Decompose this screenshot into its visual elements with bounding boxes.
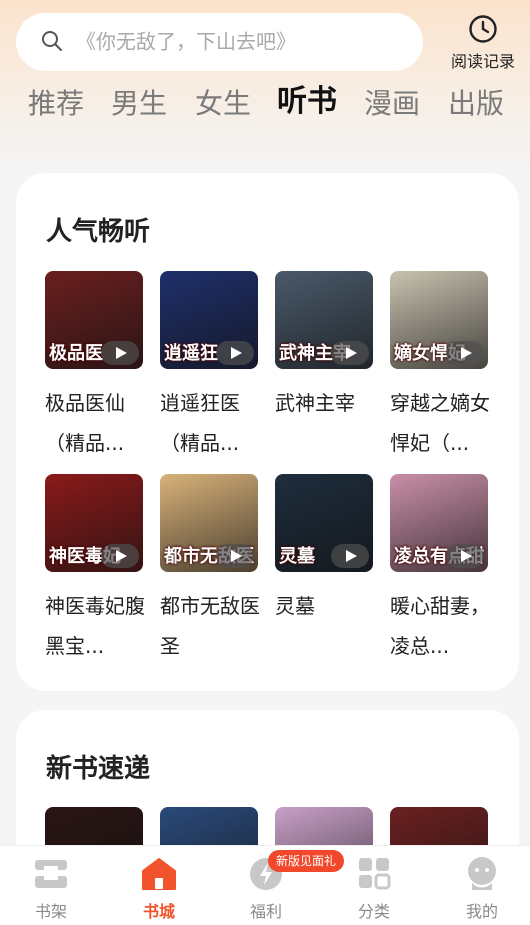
book-cover[interactable]: 嫡女悍妃 xyxy=(390,271,488,369)
book-cover[interactable]: 逍遥狂 xyxy=(160,271,258,369)
play-triangle xyxy=(116,347,127,359)
clock-icon xyxy=(469,15,497,43)
cover-caption: 极品医 xyxy=(49,343,103,364)
book-title[interactable]: 神医毒妃腹黑宝... xyxy=(45,586,157,666)
play-triangle xyxy=(346,550,357,562)
grid-icon xyxy=(359,858,391,890)
tab-recommend[interactable]: 推荐 xyxy=(28,82,84,126)
tab-female[interactable]: 女生 xyxy=(195,82,251,126)
book-cover[interactable]: 神医毒妃 xyxy=(45,474,143,572)
tabbar-store[interactable]: 书城 xyxy=(119,856,199,922)
gift-badge[interactable]: 新版见面礼 xyxy=(268,850,345,872)
bottom-tab-bar: 书架 书城 福利 分类 我的 xyxy=(0,845,530,925)
book-item[interactable]: 嫡女悍妃 穿越之嫡女悍妃（... xyxy=(390,271,490,455)
play-triangle xyxy=(461,550,472,562)
play-icon[interactable] xyxy=(446,341,484,365)
play-icon[interactable] xyxy=(101,341,139,365)
reading-history-button[interactable]: 阅读记录 xyxy=(440,14,526,74)
tab-publishing[interactable]: 出版 xyxy=(448,82,504,126)
book-title[interactable]: 逍遥狂医（精品... xyxy=(160,383,272,463)
play-triangle xyxy=(231,347,242,359)
home-icon xyxy=(142,858,176,890)
book-item[interactable]: 都市无敌医 都市无敌医圣 xyxy=(160,474,260,658)
tabbar-bookshelf-label: 书架 xyxy=(34,902,67,921)
search-placeholder[interactable]: 《你无敌了，下山去吧》 xyxy=(76,26,296,55)
play-icon[interactable] xyxy=(216,341,254,365)
tabbar-profile-label: 我的 xyxy=(465,902,498,921)
tab-comics[interactable]: 漫画 xyxy=(364,82,420,126)
book-title[interactable]: 都市无敌医圣 xyxy=(160,586,272,666)
cover-caption: 逍遥狂 xyxy=(164,343,218,364)
book-item[interactable]: 凌总有点甜 暖心甜妻，凌总... xyxy=(390,474,490,658)
book-item[interactable]: 神医毒妃 神医毒妃腹黑宝... xyxy=(45,474,145,658)
book-title[interactable]: 穿越之嫡女悍妃（... xyxy=(390,383,502,463)
book-cover[interactable]: 凌总有点甜 xyxy=(390,474,488,572)
tabbar-welfare-label: 福利 xyxy=(249,902,282,921)
play-triangle xyxy=(231,550,242,562)
book-cover[interactable]: 灵墓 xyxy=(275,474,373,572)
play-icon[interactable] xyxy=(331,544,369,568)
book-title[interactable]: 武神主宰 xyxy=(275,383,387,423)
play-icon[interactable] xyxy=(446,544,484,568)
tabbar-profile[interactable]: 我的 xyxy=(442,856,522,922)
play-triangle xyxy=(346,347,357,359)
book-cover[interactable]: 极品医 xyxy=(45,271,143,369)
bookshelf-icon xyxy=(35,860,67,888)
book-title[interactable]: 暖心甜妻，凌总... xyxy=(390,586,502,666)
play-triangle xyxy=(116,550,127,562)
play-icon[interactable] xyxy=(216,544,254,568)
tab-male[interactable]: 男生 xyxy=(111,82,167,126)
profile-icon xyxy=(468,857,496,890)
book-title[interactable]: 极品医仙（精品... xyxy=(45,383,157,463)
reading-history-label: 阅读记录 xyxy=(450,52,515,71)
book-item[interactable]: 极品医 极品医仙（精品... xyxy=(45,271,145,455)
cover-caption: 灵墓 xyxy=(279,546,315,567)
book-cover[interactable]: 都市无敌医 xyxy=(160,474,258,572)
search-icon xyxy=(42,31,62,51)
popular-section: 人气畅听 极品医 极品医仙（精品... 逍遥狂 逍遥狂医（精品... 武神主宰 武神主宰嫡… xyxy=(16,173,519,691)
play-icon[interactable] xyxy=(101,544,139,568)
new-books-section-title: 新书速递 xyxy=(46,754,151,784)
book-cover[interactable]: 武神主宰 xyxy=(275,271,373,369)
tab-audiobook[interactable]: 听书 xyxy=(277,80,337,124)
popular-section-title: 人气畅听 xyxy=(46,217,151,247)
category-tabs: 推荐 男生 女生 听书 漫画 出版 xyxy=(0,82,530,126)
tabbar-store-label: 书城 xyxy=(142,902,175,921)
book-item[interactable]: 武神主宰 武神主宰 xyxy=(275,271,375,415)
tabbar-category[interactable]: 分类 xyxy=(334,856,414,922)
play-triangle xyxy=(461,347,472,359)
book-item[interactable]: 灵墓 灵墓 xyxy=(275,474,375,618)
play-icon[interactable] xyxy=(331,341,369,365)
book-title[interactable]: 灵墓 xyxy=(275,586,387,626)
book-item[interactable]: 逍遥狂 逍遥狂医（精品... xyxy=(160,271,260,455)
tabbar-category-label: 分类 xyxy=(357,902,390,921)
tabbar-bookshelf[interactable]: 书架 xyxy=(11,856,91,922)
